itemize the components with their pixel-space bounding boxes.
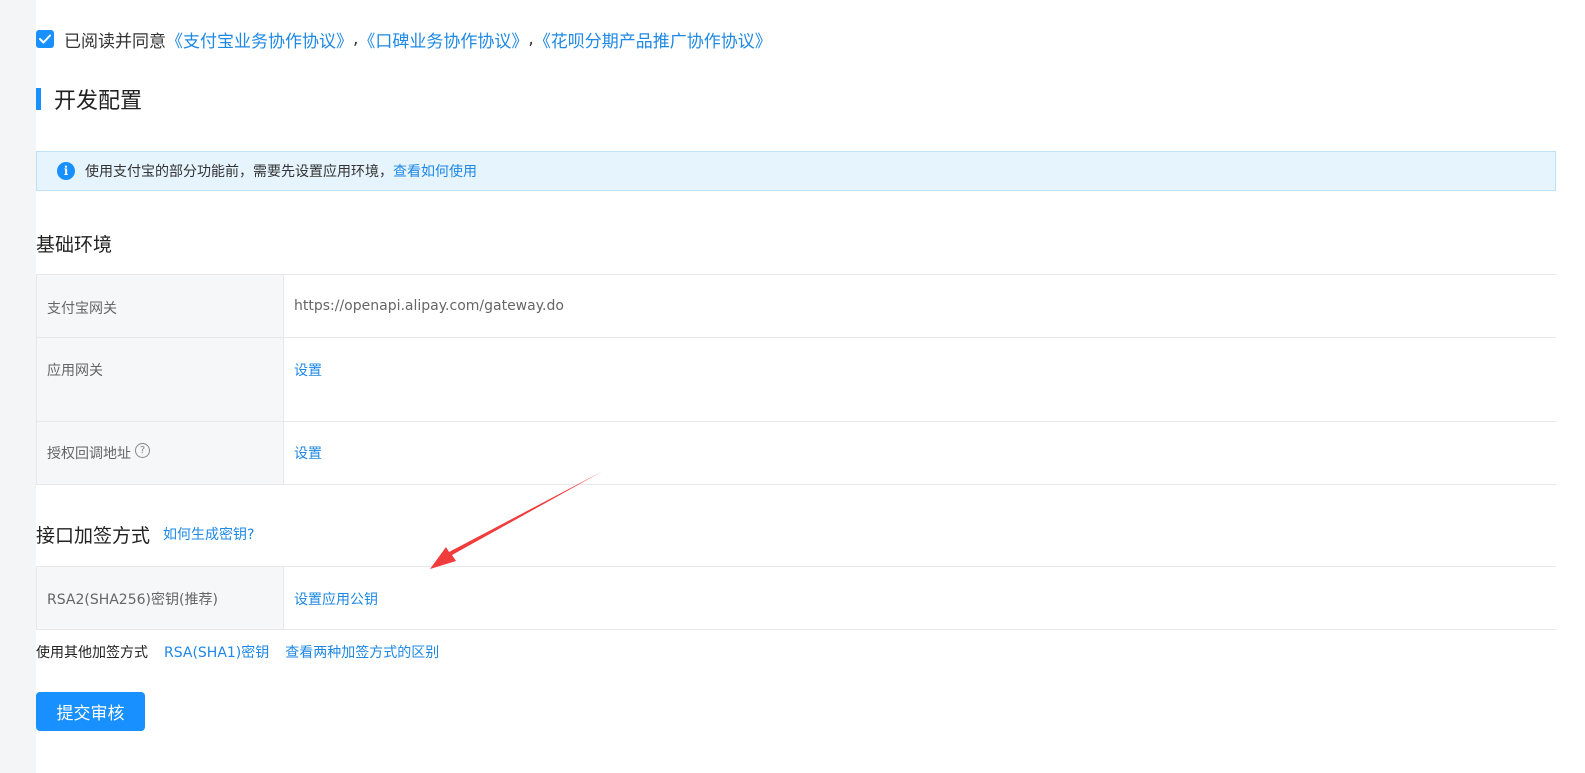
how-to-generate-key-link[interactable]: 如何生成密钥?: [163, 524, 254, 544]
row-label-rsa2: RSA2(SHA256)密钥(推荐): [37, 567, 284, 629]
section-title: 开发配置: [36, 86, 143, 114]
signing-heading: 接口加签方式 如何生成密钥?: [36, 521, 254, 547]
row-value-alipay-gateway: https://openapi.alipay.com/gateway.do: [284, 275, 1556, 337]
koubei-agreement-link[interactable]: 《口碑业务协作协议》: [358, 27, 528, 52]
row-label-alipay-gateway: 支付宝网关: [37, 275, 284, 337]
section-title-text: 开发配置: [54, 89, 143, 114]
basic-env-table: 支付宝网关 https://openapi.alipay.com/gateway…: [36, 274, 1556, 485]
rsa-sha1-key-link[interactable]: RSA(SHA1)密钥: [164, 642, 269, 662]
row-label-auth-callback: 授权回调地址 ?: [37, 422, 284, 484]
row-value-auth-callback: 设置: [284, 422, 1556, 484]
other-sign-methods-label: 使用其他加签方式: [36, 645, 148, 661]
info-icon: i: [57, 162, 75, 180]
row-label-text: 支付宝网关: [47, 301, 117, 317]
row-value-rsa2: 设置应用公钥: [284, 567, 1556, 629]
signing-heading-text: 接口加签方式: [36, 524, 151, 547]
auth-callback-set-link[interactable]: 设置: [294, 443, 322, 463]
agreement-prefix: 已阅读并同意: [64, 31, 166, 52]
app-gateway-set-link[interactable]: 设置: [294, 360, 322, 380]
table-row: RSA2(SHA256)密钥(推荐) 设置应用公钥: [37, 567, 1556, 630]
set-app-public-key-link[interactable]: 设置应用公钥: [294, 589, 378, 609]
table-row: 支付宝网关 https://openapi.alipay.com/gateway…: [37, 275, 1556, 338]
agreement-row: 已阅读并同意 《支付宝业务协作协议》 , 《口碑业务协作协议》 , 《花呗分期产…: [36, 26, 772, 52]
row-label-text: 应用网关: [47, 363, 103, 379]
row-label-text: 授权回调地址: [47, 446, 131, 462]
info-banner: i 使用支付宝的部分功能前，需要先设置应用环境， 查看如何使用: [36, 151, 1556, 191]
info-banner-text: 使用支付宝的部分功能前，需要先设置应用环境，: [85, 164, 393, 180]
basic-env-heading: 基础环境: [36, 230, 112, 256]
table-row: 应用网关 设置: [37, 338, 1556, 422]
question-circle-icon[interactable]: ?: [135, 443, 150, 458]
other-sign-methods-row: 使用其他加签方式 RSA(SHA1)密钥 查看两种加签方式的区别: [36, 641, 439, 663]
alipay-gateway-url: https://openapi.alipay.com/gateway.do: [294, 298, 564, 314]
alipay-agreement-link[interactable]: 《支付宝业务协作协议》: [166, 27, 353, 52]
table-row: 授权回调地址 ? 设置: [37, 422, 1556, 485]
checkmark-icon: [39, 34, 51, 44]
basic-env-heading-text: 基础环境: [36, 233, 113, 256]
left-gutter: [0, 0, 36, 773]
section-title-bar: [36, 88, 41, 110]
sign-methods-diff-link[interactable]: 查看两种加签方式的区别: [285, 642, 439, 662]
how-to-use-link[interactable]: 查看如何使用: [393, 161, 477, 181]
huabei-agreement-link[interactable]: 《花呗分期产品推广协作协议》: [534, 27, 772, 52]
row-label-app-gateway: 应用网关: [37, 338, 284, 421]
submit-review-button[interactable]: 提交审核: [36, 692, 145, 731]
row-label-text: RSA2(SHA256)密钥(推荐): [47, 592, 218, 608]
signing-table: RSA2(SHA256)密钥(推荐) 设置应用公钥: [36, 566, 1556, 630]
row-value-app-gateway: 设置: [284, 338, 1556, 421]
agreement-checkbox[interactable]: [36, 30, 54, 48]
